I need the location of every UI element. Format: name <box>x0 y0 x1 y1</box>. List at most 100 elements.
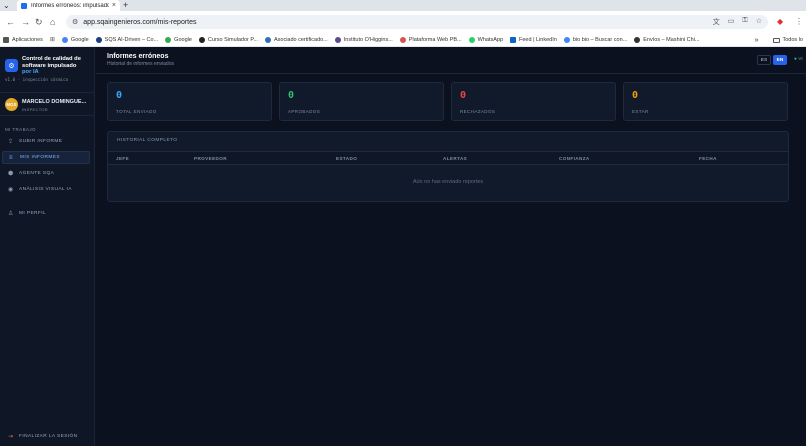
history-title: HISTORIAL COMPLETO <box>117 138 178 143</box>
reload-icon[interactable]: ↻ <box>35 16 43 28</box>
column-header[interactable]: FECHA <box>699 156 717 161</box>
browser-toolbar: ← → ↻ ⌂ ⚙ app.sqaingenieros.com/mis-repo… <box>0 11 806 33</box>
tab-search-icon[interactable]: ⌄ <box>3 1 10 10</box>
bookmark-icon <box>198 36 205 43</box>
bookmark-icon <box>634 36 641 43</box>
folder-icon <box>772 37 780 43</box>
bookmark-item[interactable]: SQS AI-Driven – Co... <box>95 36 158 43</box>
bookmark-icon <box>334 36 341 43</box>
stat-label: ESTAR <box>632 109 649 114</box>
sidebar: ⚙ Control de calidad de software impulsa… <box>0 47 95 446</box>
brand-title: Control de calidad de software impulsado… <box>22 56 92 76</box>
lang-es-button[interactable]: ES <box>757 55 771 65</box>
extension-icon[interactable]: ◆ <box>777 17 783 26</box>
sidebar-item-label: SUBIR INFORME <box>19 139 63 144</box>
logout-label: FINALIZAR LA SESIÓN <box>19 433 78 439</box>
tab-close-icon[interactable]: × <box>112 2 116 9</box>
stat-label: TOTAL ENVIADO <box>116 109 157 114</box>
whatsapp-icon <box>468 36 475 43</box>
bookmark-item[interactable]: bio bio – Buscar con... <box>563 36 627 43</box>
column-header[interactable]: ALERTAS <box>443 156 467 161</box>
browser-tabstrip: ⌄ Informes erróneos: impulsado... × + <box>0 0 806 11</box>
upload-icon: ⇪ <box>8 139 14 145</box>
forward-icon[interactable]: → <box>21 16 30 28</box>
key-icon[interactable]: ⚿ <box>742 17 747 27</box>
stat-card-pending: 0 ESTAR <box>623 82 788 121</box>
stat-card-total: 0 TOTAL ENVIADO <box>107 82 272 121</box>
page-header: Informes erróneos Historial de informes … <box>96 47 806 74</box>
avatar: MGS <box>5 98 18 111</box>
logo-icon: ⚙ <box>5 59 18 72</box>
address-bar[interactable]: ⚙ app.sqaingenieros.com/mis-reportes 文 ▭… <box>66 15 768 29</box>
star-icon[interactable]: ☆ <box>756 17 762 27</box>
google-icon <box>165 36 172 43</box>
sidebar-item-label: ANÁLISIS VISUAL IA <box>19 187 72 192</box>
apps-icon <box>3 36 9 43</box>
logout-button[interactable]: ⇥ FINALIZAR LA SESIÓN <box>2 430 78 442</box>
tab-favicon-icon <box>21 2 27 9</box>
sidebar-item-label: AGENTE SQA <box>19 171 55 176</box>
sidebar-item-label: MIS INFORMES <box>20 155 60 160</box>
stat-card-rejected: 0 RECHAZADOS <box>451 82 616 121</box>
page-title: Informes erróneos <box>107 53 169 60</box>
site-info-icon[interactable]: ⚙ <box>72 18 78 26</box>
bookmark-item[interactable]: Envíos – Mashini Chi... <box>634 36 700 43</box>
user-name: MARCELO DOMINGUE... <box>22 99 87 105</box>
google-icon <box>61 36 68 43</box>
user-profile: MGS MARCELO DOMINGUE... INSPECTOR <box>0 92 95 116</box>
bookmark-icon <box>95 36 102 43</box>
all-bookmarks[interactable]: Todos lo <box>783 37 804 43</box>
tab-title: Informes erróneos: impulsado... <box>31 2 109 9</box>
logout-icon: ⇥ <box>8 433 14 440</box>
lang-en-button[interactable]: EN <box>773 55 787 65</box>
stat-label: APROBADOS <box>288 109 321 114</box>
bookmark-item[interactable]: Asociado certificado... <box>264 36 328 43</box>
user-role: INSPECTOR <box>22 107 48 112</box>
bookmark-item[interactable]: Instituto O'Higgins... <box>334 36 393 43</box>
translate-icon[interactable]: 文 <box>713 17 720 27</box>
bookmark-item[interactable]: Feed | LinkedIn <box>510 36 557 43</box>
table-header: JEFE PROVEEDOR ESTADO ALERTAS CONFIANZA … <box>108 151 788 165</box>
chevron-right-icon[interactable]: » <box>755 37 759 44</box>
browser-tab[interactable]: Informes erróneos: impulsado... × <box>17 0 120 11</box>
sidebar-item-upload[interactable]: ⇪ SUBIR INFORME <box>2 135 90 148</box>
stat-value: 0 <box>632 90 639 101</box>
brand-accent: por IA <box>22 69 39 76</box>
agent-icon: ⬢ <box>8 171 14 177</box>
sidebar-item-sqa-agent[interactable]: ⬢ AGENTE SQA <box>2 167 90 180</box>
bookmark-item[interactable]: Plataforma Web PB... <box>399 36 462 43</box>
stat-label: RECHAZADOS <box>460 109 496 114</box>
bookmark-icon <box>264 36 271 43</box>
column-header[interactable]: CONFIANZA <box>559 156 590 161</box>
bookmark-item[interactable]: WhatsApp <box>468 36 503 43</box>
sidebar-item-my-reports[interactable]: ≡ MIS INFORMES <box>2 151 90 164</box>
bookmark-item[interactable]: Google <box>61 36 89 43</box>
new-tab-icon[interactable]: + <box>123 0 128 11</box>
google-icon <box>563 36 570 43</box>
column-header[interactable]: JEFE <box>116 156 129 161</box>
bookmark-icon <box>399 36 406 43</box>
version-label: v1.0 · inspección cósmica <box>5 77 69 82</box>
sidebar-item-visual-analysis[interactable]: ◉ ANÁLISIS VISUAL IA <box>2 183 90 196</box>
stat-value: 0 <box>116 90 123 101</box>
sidebar-item-profile[interactable]: ♙ MI PERFIL <box>2 207 90 220</box>
menu-icon[interactable]: ⋮ <box>795 17 803 26</box>
url-text: app.sqaingenieros.com/mis-reportes <box>83 18 197 26</box>
app-root: ⚙ Control de calidad de software impulsa… <box>0 47 806 446</box>
grid-icon[interactable]: ⊞ <box>50 36 55 43</box>
history-table: HISTORIAL COMPLETO JEFE PROVEEDOR ESTADO… <box>107 131 789 202</box>
home-icon[interactable]: ⌂ <box>50 16 55 28</box>
page-subtitle: Historial de informes enviados <box>107 61 174 67</box>
linkedin-icon <box>510 36 516 43</box>
sidebar-item-label: MI PERFIL <box>19 211 47 216</box>
bookmarks-bar: Aplicaciones ⊞ Google SQS AI-Driven – Co… <box>0 33 806 47</box>
bookmark-item[interactable]: Curso Simulador P... <box>198 36 258 43</box>
bookmark-apps[interactable]: Aplicaciones <box>3 36 43 43</box>
cast-icon[interactable]: ▭ <box>728 17 735 27</box>
back-icon[interactable]: ← <box>6 16 15 28</box>
column-header[interactable]: PROVEEDOR <box>194 156 227 161</box>
stat-card-approved: 0 APROBADOS <box>279 82 444 121</box>
column-header[interactable]: ESTADO <box>336 156 357 161</box>
status-badge: ● VI <box>794 57 803 62</box>
bookmark-item[interactable]: Google <box>165 36 192 43</box>
